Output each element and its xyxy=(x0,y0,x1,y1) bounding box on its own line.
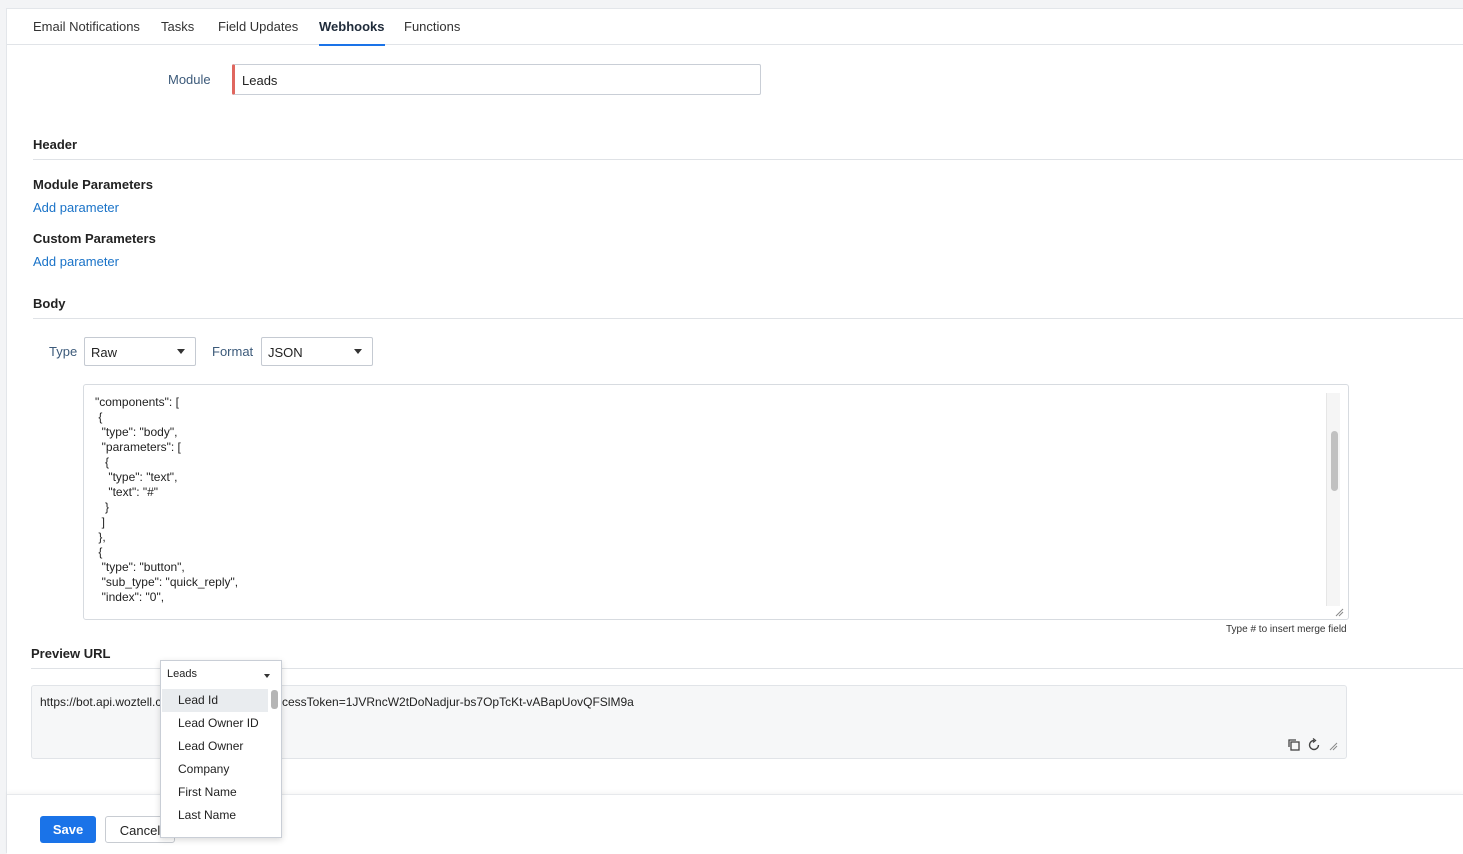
editor-scrollbar[interactable] xyxy=(1326,393,1340,606)
merge-field-list: Lead Id Lead Owner ID Lead Owner Company… xyxy=(162,689,268,837)
code-line: { xyxy=(85,545,103,559)
code-line: "sub_type": "quick_reply", xyxy=(85,575,239,589)
type-select-value: Raw xyxy=(91,345,118,360)
code-line: "type": "button", xyxy=(85,560,185,574)
list-item[interactable]: First Name xyxy=(162,781,268,804)
type-label: Type xyxy=(49,344,78,359)
save-button[interactable]: Save xyxy=(40,816,96,843)
code-line: "type": "text", xyxy=(85,470,178,484)
header-divider xyxy=(33,159,1463,160)
chevron-down-icon xyxy=(177,349,185,354)
preview-url-end: cessToken=1JVRncW2tDoNadjur-bs7OpTcKt-vA… xyxy=(282,695,634,709)
code-line: "parameters": [ xyxy=(85,440,181,454)
list-item[interactable]: Last Name xyxy=(162,804,268,827)
dropdown-scrollbar-thumb[interactable] xyxy=(271,690,278,709)
module-label: Module xyxy=(168,72,211,87)
chevron-down-icon[interactable] xyxy=(264,674,270,678)
format-label: Format xyxy=(212,344,254,359)
code-line: }, xyxy=(85,530,106,544)
merge-field-hint: Type # to insert merge field xyxy=(1226,624,1347,635)
module-parameters-title: Module Parameters xyxy=(33,177,153,192)
code-line: { xyxy=(85,410,103,424)
code-line: "components": [ xyxy=(85,395,179,409)
code-area[interactable]: "components": [ { "type": "body", "param… xyxy=(85,393,1326,609)
preview-url-title: Preview URL xyxy=(31,646,111,661)
refresh-icon[interactable] xyxy=(1306,737,1322,753)
merge-field-dropdown[interactable]: Leads Lead Id Lead Owner ID Lead Owner C… xyxy=(160,660,282,838)
body-editor[interactable]: "components": [ { "type": "body", "param… xyxy=(83,384,1349,620)
format-select[interactable]: JSON xyxy=(261,337,373,366)
code-line: "type": "body", xyxy=(85,425,178,439)
tab-webhooks[interactable]: Webhooks xyxy=(319,19,385,46)
list-item[interactable]: Lead Owner ID xyxy=(162,712,268,735)
resize-handle-icon[interactable] xyxy=(1328,741,1338,751)
copy-icon[interactable] xyxy=(1286,737,1302,753)
body-section-title: Body xyxy=(33,296,66,311)
custom-parameters-title: Custom Parameters xyxy=(33,231,156,246)
format-select-value: JSON xyxy=(268,345,303,360)
preview-url-start: https://bot.api.woztell.c xyxy=(40,695,162,709)
module-field[interactable]: Leads xyxy=(232,64,761,95)
chevron-down-icon xyxy=(354,349,362,354)
tab-functions[interactable]: Functions xyxy=(404,19,460,44)
code-line: { xyxy=(85,455,110,469)
type-select[interactable]: Raw xyxy=(84,337,196,366)
list-item[interactable]: Lead Id xyxy=(162,689,268,712)
add-custom-parameter-link[interactable]: Add parameter xyxy=(33,254,119,269)
merge-field-module-select[interactable]: Leads xyxy=(167,668,197,680)
add-module-parameter-link[interactable]: Add parameter xyxy=(33,200,119,215)
header-section-title: Header xyxy=(33,137,78,152)
tab-bar: Email Notifications Tasks Field Updates … xyxy=(7,9,1463,46)
tab-email-notifications[interactable]: Email Notifications xyxy=(33,19,140,44)
code-line: } xyxy=(85,500,110,514)
body-divider xyxy=(33,318,1463,319)
tab-tasks[interactable]: Tasks xyxy=(161,19,194,44)
editor-scrollbar-thumb[interactable] xyxy=(1331,431,1338,491)
code-line: ] xyxy=(85,515,106,529)
tab-field-updates[interactable]: Field Updates xyxy=(218,19,298,44)
list-item[interactable]: Company xyxy=(162,758,268,781)
resize-handle-icon[interactable] xyxy=(1334,607,1344,617)
list-item[interactable]: Lead Owner xyxy=(162,735,268,758)
webhook-panel: Email Notifications Tasks Field Updates … xyxy=(6,8,1463,854)
code-line: "text": "#" xyxy=(85,485,159,499)
code-line: "index": "0", xyxy=(85,590,165,604)
